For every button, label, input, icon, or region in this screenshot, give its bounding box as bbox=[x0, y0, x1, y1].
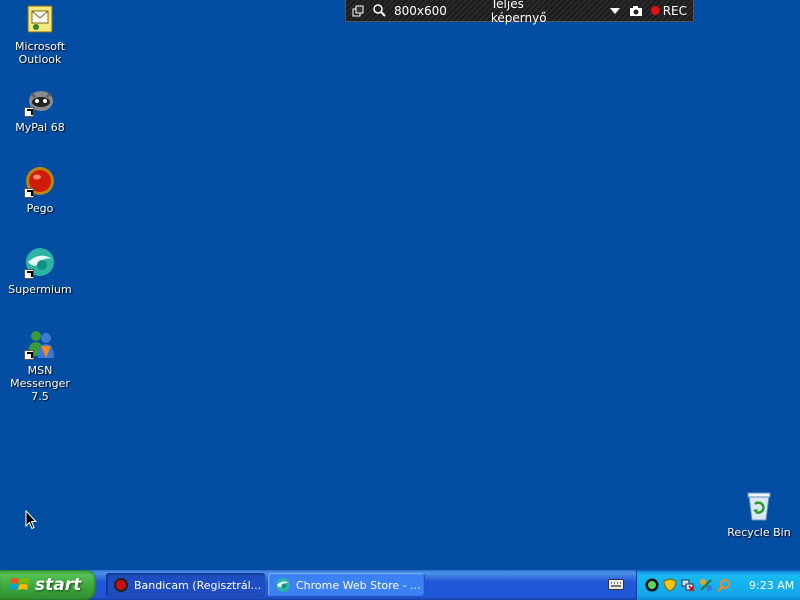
shortcut-arrow-icon bbox=[24, 107, 34, 117]
bandicam-tray-icon[interactable] bbox=[645, 578, 659, 592]
search-icon[interactable] bbox=[717, 578, 731, 592]
desktop-icon-label: Supermium bbox=[8, 283, 72, 296]
shortcut-arrow-icon bbox=[24, 350, 34, 360]
supermium-icon bbox=[24, 247, 56, 279]
desktop-icon-microsoft-outlook[interactable]: Microsoft Outlook bbox=[0, 4, 80, 66]
mypal-icon bbox=[24, 85, 56, 117]
keyboard-icon[interactable] bbox=[608, 577, 624, 591]
desktop-icon-label: Pego bbox=[26, 202, 54, 215]
msn-messenger-icon bbox=[24, 328, 56, 360]
desktop-icon-label: Microsoft Outlook bbox=[14, 40, 66, 66]
clock[interactable]: 9:23 AM bbox=[749, 579, 794, 592]
desktop-icon-recycle-bin[interactable]: Recycle Bin bbox=[719, 490, 799, 539]
resolution-text: 800x600 bbox=[393, 3, 447, 18]
shortcut-arrow-icon bbox=[24, 188, 34, 198]
desktop-icon-supermium[interactable]: Supermium bbox=[0, 247, 80, 296]
desktop-icon-msn-messenger[interactable]: MSN Messenger 7.5 bbox=[0, 328, 80, 403]
desktop-icon-label: Recycle Bin bbox=[727, 526, 791, 539]
recorder-toolbar: 800x600 Teljes képernyő REC bbox=[345, 0, 694, 25]
network-disconnected-icon[interactable] bbox=[681, 578, 695, 592]
connection-icon[interactable] bbox=[699, 578, 713, 592]
start-label: start bbox=[35, 575, 82, 595]
windows-logo-icon bbox=[10, 578, 29, 590]
taskbar-button-bandicam[interactable]: Bandicam (Regisztrál... bbox=[106, 573, 265, 597]
mouse-cursor-icon bbox=[25, 510, 37, 530]
zoom-icon[interactable] bbox=[373, 4, 386, 18]
bandicam-icon bbox=[114, 578, 128, 592]
record-dot-icon[interactable] bbox=[651, 6, 660, 15]
camera-icon[interactable] bbox=[629, 4, 643, 18]
capture-mode-text[interactable]: Teljes képernyő bbox=[491, 0, 577, 25]
shortcut-arrow-icon bbox=[24, 269, 34, 279]
desktop-icon-label: MSN Messenger 7.5 bbox=[10, 364, 70, 403]
desktop-icon-mypal[interactable]: MyPal 68 bbox=[0, 85, 80, 134]
taskbar-button-label: Chrome Web Store - ... bbox=[296, 578, 421, 592]
system-tray: 9:23 AM bbox=[636, 570, 800, 600]
desktop-icon-label: MyPal 68 bbox=[15, 121, 65, 134]
pego-icon bbox=[24, 166, 56, 198]
chrome-icon bbox=[276, 578, 290, 592]
start-button[interactable]: start bbox=[0, 570, 96, 600]
desktop-icon-pego[interactable]: Pego bbox=[0, 166, 80, 215]
record-button[interactable]: REC bbox=[663, 4, 687, 18]
taskbar-button-chrome-web-store[interactable]: Chrome Web Store - ... bbox=[268, 573, 425, 597]
outlook-icon bbox=[24, 4, 56, 36]
window-mode-icon[interactable] bbox=[352, 4, 365, 18]
dropdown-arrow-icon[interactable] bbox=[608, 4, 621, 18]
taskbar-button-label: Bandicam (Regisztrál... bbox=[134, 578, 262, 592]
security-shield-icon[interactable] bbox=[663, 578, 677, 592]
recycle-bin-icon bbox=[743, 490, 775, 522]
